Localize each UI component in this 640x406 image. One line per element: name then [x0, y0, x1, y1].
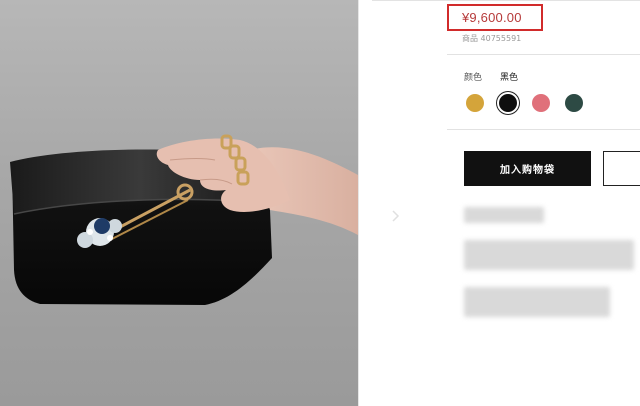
section-divider [447, 54, 640, 55]
clutch-bag-photo [10, 134, 358, 305]
top-divider [372, 0, 640, 1]
product-image [0, 0, 358, 406]
selected-color-name: 黑色 [500, 73, 519, 83]
color-swatch-yellow[interactable] [466, 94, 484, 112]
color-swatch-black[interactable] [499, 94, 517, 112]
blurred-text [464, 240, 634, 270]
product-sku: 商品 40755591 [462, 34, 522, 43]
chevron-right-icon[interactable] [392, 210, 400, 222]
section-divider [447, 129, 640, 130]
product-price: ¥9,600.00 [462, 10, 522, 25]
wishlist-button[interactable] [603, 151, 640, 186]
image-divider [358, 0, 359, 406]
color-label: 颜色 [464, 73, 483, 83]
color-swatch-pink[interactable] [532, 94, 550, 112]
blurred-text [464, 207, 544, 223]
blurred-text [464, 287, 610, 317]
color-swatch-dark-green[interactable] [565, 94, 583, 112]
add-to-bag-button[interactable]: 加入购物袋 [464, 151, 591, 186]
